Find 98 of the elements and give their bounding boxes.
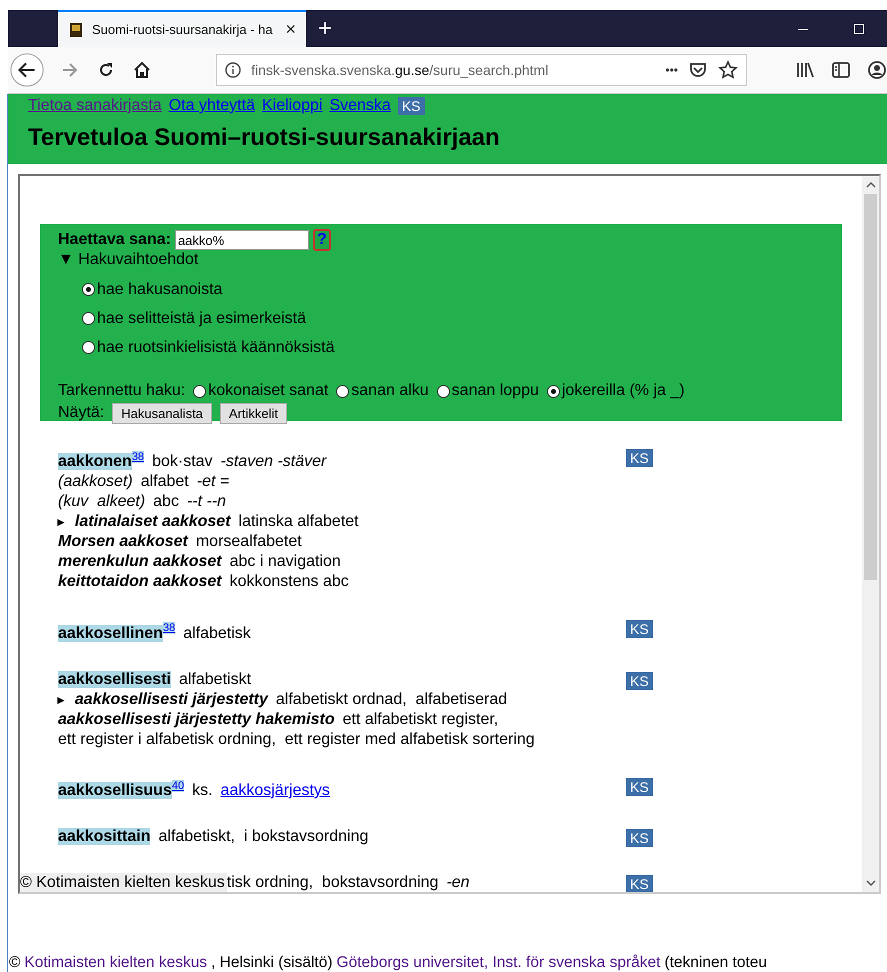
- translation-text: latinska alfabetet: [238, 513, 359, 530]
- translation-text: bok·stav: [152, 453, 213, 470]
- translation-text: abc: [153, 493, 179, 510]
- close-tab-button[interactable]: ×: [285, 19, 296, 40]
- translation-text: alfabet: [140, 473, 189, 490]
- radio-label: sanan alku: [351, 382, 429, 400]
- info-icon[interactable]: [225, 62, 242, 78]
- footnote-link[interactable]: 40: [172, 780, 184, 792]
- sidebar-icon[interactable]: [831, 60, 851, 80]
- radio-label: hae ruotsinkielisistä käännöksistä: [97, 338, 334, 356]
- star-icon[interactable]: [718, 60, 738, 80]
- headword: aakkonen: [58, 453, 132, 470]
- ks-badge[interactable]: KS: [626, 449, 653, 467]
- pocket-icon[interactable]: [688, 60, 708, 80]
- radio-button[interactable]: [546, 384, 560, 398]
- translation-text: ks.: [192, 782, 213, 799]
- nav-link[interactable]: Svenska: [329, 97, 391, 115]
- translation-text: alfabetisk: [183, 624, 251, 642]
- footer-link[interactable]: Kotimaisten kielten keskus: [24, 954, 208, 972]
- headword: aakkosellisesti: [58, 670, 171, 688]
- translation-text: alfabetiskt ordnad, alfabetiserad: [276, 690, 508, 708]
- headword: aakkosittain: [58, 828, 150, 845]
- ks-badge[interactable]: KS: [626, 828, 653, 847]
- ks-badge[interactable]: KS: [398, 97, 425, 115]
- page-title: Tervetuloa Suomi–ruotsi-suursanakirjaan: [28, 124, 501, 152]
- footnote-link[interactable]: 38: [162, 622, 176, 634]
- grammar-text: -en: [446, 872, 470, 892]
- footer-text: (tekninen toteu: [664, 954, 767, 972]
- headword: aakkosellisuus: [58, 782, 172, 799]
- reference-link[interactable]: aakkosjärjestys: [220, 782, 330, 799]
- library-icon[interactable]: [795, 60, 815, 80]
- scroll-down-icon[interactable]: [866, 880, 876, 886]
- translation-text: alfabetiskt, i bokstavsordning: [158, 828, 368, 845]
- translation-text: alfabetiskt: [178, 670, 252, 688]
- phrase-text: keittotaidon aakkoset: [58, 573, 222, 590]
- grammar-text: (kuv alkeet): [58, 493, 146, 510]
- headword: aakkosellinen: [58, 624, 163, 642]
- back-icon[interactable]: [10, 52, 44, 88]
- arrow-marker: ►: [55, 692, 67, 707]
- footer-link[interactable]: Göteborgs universitet, Inst. för svenska språket: [336, 954, 660, 972]
- account-icon[interactable]: [867, 60, 887, 80]
- grammar-text: -et =: [196, 473, 230, 490]
- ks-badge[interactable]: KS: [626, 778, 653, 796]
- nav-link[interactable]: Kielioppi: [262, 97, 322, 115]
- footer-text: ©: [9, 954, 20, 972]
- radio-label: sanan loppu: [452, 382, 539, 400]
- phrase-text: aakkosellisesti järjestetty hakemisto: [58, 710, 335, 728]
- radio-label: hae selitteistä ja esimerkeistä: [97, 310, 306, 328]
- translation-text: morsealfabetet: [196, 533, 302, 550]
- tab-title: Suomi-ruotsi-suursanakirja - ha: [92, 22, 274, 37]
- url-text: finsk-svenska.svenska.gu.se/suru_search.phtml: [251, 62, 550, 78]
- scroll-up-icon[interactable]: [866, 182, 876, 188]
- arrow-marker: ►: [55, 515, 67, 530]
- frame-copyright: © Kotimaisten kielten keskus: [20, 872, 227, 892]
- address-bar[interactable]: finsk-svenska.svenska.gu.se/suru_search.phtml •••: [216, 54, 747, 86]
- page-actions-button[interactable]: •••: [665, 63, 678, 77]
- search-field[interactable]: aakko%: [174, 230, 309, 250]
- radio-label: jokereilla (% ja _): [562, 382, 685, 400]
- phrase-text: latinalaiset aakkoset: [74, 513, 231, 530]
- phrase-text: Morsen aakkoset: [58, 533, 188, 550]
- maximize-icon[interactable]: [853, 22, 865, 34]
- radio-button[interactable]: [436, 384, 450, 398]
- radio-label: kokonaiset sanat: [208, 382, 328, 400]
- ks-badge[interactable]: KS: [626, 672, 653, 690]
- radio-button[interactable]: [82, 312, 95, 325]
- translation-text: ett register i alfabetisk ordning, ett register med alfabetisk sortering: [58, 730, 535, 748]
- radio-button[interactable]: [336, 384, 350, 398]
- translation-text: kokkonstens abc: [230, 573, 349, 590]
- radio-button[interactable]: [193, 384, 206, 398]
- translation-text: ett alfabetiskt register,: [342, 710, 498, 728]
- footnote-link[interactable]: 38: [132, 451, 144, 463]
- grammar-text: -staven -stäver: [220, 453, 326, 470]
- grammar-text: --t --n: [186, 493, 226, 510]
- refine-label: Tarkennettu haku:: [58, 382, 186, 400]
- new-tab-button[interactable]: +: [306, 14, 344, 42]
- phrase-text: merenkulun aakkoset: [58, 553, 222, 570]
- show-label: Näytä:: [58, 404, 104, 422]
- footer-text: , Helsinki (sisältö): [211, 954, 333, 972]
- browser-tab[interactable]: Suomi-ruotsi-suursanakirja - ha ×: [58, 10, 306, 47]
- radio-button[interactable]: [82, 283, 95, 296]
- nav-link[interactable]: Tietoa sanakirjasta: [28, 97, 162, 115]
- radio-label: hae hakusanoista: [97, 280, 222, 298]
- grammar-text: (aakkoset): [58, 473, 133, 490]
- book-icon: [68, 22, 84, 38]
- show-button[interactable]: Hakusanalista: [112, 402, 212, 424]
- home-icon[interactable]: [132, 60, 152, 80]
- search-label: Haettava sana:: [58, 231, 171, 249]
- nav-link[interactable]: Ota yhteyttä: [168, 97, 255, 115]
- radio-button[interactable]: [82, 341, 95, 354]
- ks-badge[interactable]: KS: [626, 620, 653, 638]
- ks-badge[interactable]: KS: [626, 874, 653, 892]
- translation-text: tisk ordning, bokstavsordning: [226, 872, 438, 892]
- show-button[interactable]: Artikkelit: [220, 402, 288, 424]
- phrase-text: aakkosellisesti järjestetty: [74, 690, 268, 708]
- scrollbar[interactable]: [862, 176, 879, 892]
- options-toggle[interactable]: ▼ Hakuvaihtoehdot: [58, 251, 198, 269]
- translation-text: abc i navigation: [230, 553, 341, 570]
- scrollbar-thumb[interactable]: [864, 194, 877, 580]
